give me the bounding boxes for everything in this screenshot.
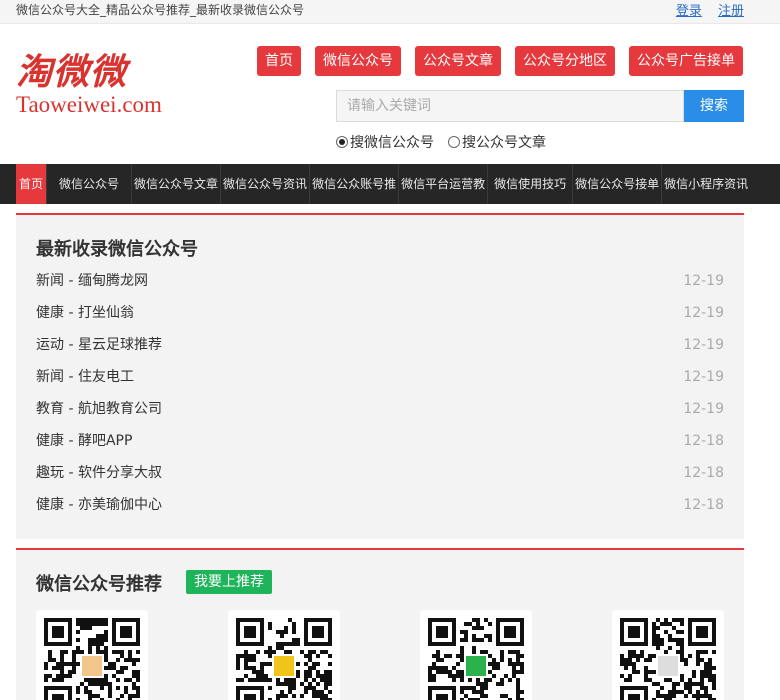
- header-nav-accounts[interactable]: 微信公众号: [315, 46, 401, 76]
- list-item-title: 运动 - 星云足球推荐: [36, 337, 162, 353]
- header-nav-ads[interactable]: 公众号广告接单: [629, 46, 743, 76]
- qr-card[interactable]: [612, 610, 724, 700]
- logo-chinese: 淘微微: [16, 51, 128, 93]
- search-articles-radio[interactable]: 搜公众号文章: [448, 132, 546, 152]
- main-nav-item-recommend[interactable]: 微信公众账号推: [310, 164, 400, 204]
- list-item[interactable]: 健康 - 亦美瑜伽中心 12-18: [36, 493, 724, 525]
- search-button[interactable]: 搜索: [684, 90, 744, 122]
- qr-code-icon: [44, 618, 140, 700]
- list-item-title: 健康 - 亦美瑜伽中心: [36, 497, 162, 513]
- list-item[interactable]: 教育 - 航旭教育公司 12-19: [36, 397, 724, 429]
- main-nav-item-miniapp[interactable]: 微信小程序资讯: [662, 164, 750, 204]
- list-item[interactable]: 新闻 - 缅甸腾龙网 12-19: [36, 269, 724, 301]
- radio-label: 搜公众号文章: [462, 135, 546, 151]
- list-item-date: 12-19: [683, 401, 724, 417]
- qr-card[interactable]: [228, 610, 340, 700]
- register-link[interactable]: 注册: [718, 4, 744, 19]
- radio-checked-icon: [336, 136, 348, 148]
- main-nav: 首页 微信公众号 微信公众号文章 微信公众号资讯 微信公众账号推 微信平台运营教…: [0, 164, 780, 204]
- latest-list: 新闻 - 缅甸腾龙网 12-19 健康 - 打坐仙翁 12-19 运动 - 星云足球…: [36, 269, 724, 525]
- latest-panel: 最新收录微信公众号 新闻 - 缅甸腾龙网 12-19 健康 - 打坐仙翁 12-19…: [16, 213, 744, 539]
- qr-code-icon: [428, 618, 524, 700]
- list-item-title: 新闻 - 住友电工: [36, 369, 134, 385]
- main-nav-item-articles[interactable]: 微信公众号文章: [132, 164, 222, 204]
- qr-grid: [36, 610, 724, 700]
- recommend-panel: 微信公众号推荐 我要上推荐: [16, 548, 744, 700]
- main-nav-item-operation[interactable]: 微信平台运营教: [399, 164, 489, 204]
- search-input[interactable]: [336, 90, 684, 122]
- header-nav-home[interactable]: 首页: [257, 46, 301, 76]
- main-nav-item-news[interactable]: 微信公众号资讯: [221, 164, 311, 204]
- radio-label: 搜微信公众号: [350, 135, 434, 151]
- list-item-date: 12-19: [683, 305, 724, 321]
- list-item-date: 12-18: [683, 497, 724, 513]
- list-item-date: 12-19: [683, 273, 724, 289]
- list-item[interactable]: 健康 - 打坐仙翁 12-19: [36, 301, 724, 333]
- logo-english: Taoweiwei.com: [16, 92, 162, 117]
- list-item-date: 12-18: [683, 433, 724, 449]
- qr-card[interactable]: [420, 610, 532, 700]
- recommend-title: 微信公众号推荐: [36, 574, 162, 595]
- main-nav-item-tips[interactable]: 微信使用技巧: [488, 164, 574, 204]
- list-item[interactable]: 健康 - 酵吧APP 12-18: [36, 429, 724, 461]
- list-item[interactable]: 趣玩 - 软件分享大叔 12-18: [36, 461, 724, 493]
- search-box: 搜索: [336, 90, 744, 122]
- header-nav-articles[interactable]: 公众号文章: [415, 46, 501, 76]
- search-type-options: 搜微信公众号 搜公众号文章: [336, 132, 546, 152]
- latest-title: 最新收录微信公众号: [36, 239, 198, 260]
- top-bar: 微信公众号大全_精品公众号推荐_最新收录微信公众号 登录 注册: [0, 0, 780, 24]
- list-item[interactable]: 新闻 - 住友电工 12-19: [36, 365, 724, 397]
- list-item[interactable]: 运动 - 星云足球推荐 12-19: [36, 333, 724, 365]
- radio-unchecked-icon: [448, 136, 460, 148]
- qr-code-icon: [620, 618, 716, 700]
- main-nav-item-orders[interactable]: 微信公众号接单: [573, 164, 663, 204]
- list-item-date: 12-18: [683, 465, 724, 481]
- list-item-title: 教育 - 航旭教育公司: [36, 401, 162, 417]
- site-tagline: 微信公众号大全_精品公众号推荐_最新收录微信公众号: [16, 3, 305, 17]
- header-nav-regions[interactable]: 公众号分地区: [515, 46, 615, 76]
- list-item-title: 健康 - 酵吧APP: [36, 433, 133, 449]
- list-item-title: 新闻 - 缅甸腾龙网: [36, 273, 148, 289]
- header-nav: 首页 微信公众号 公众号文章 公众号分地区 公众号广告接单: [257, 46, 743, 76]
- qr-card[interactable]: [36, 610, 148, 700]
- login-link[interactable]: 登录: [676, 4, 702, 19]
- search-accounts-radio[interactable]: 搜微信公众号: [336, 132, 434, 152]
- account-links: 登录 注册: [664, 0, 744, 19]
- list-item-title: 健康 - 打坐仙翁: [36, 305, 134, 321]
- qr-code-icon: [236, 618, 332, 700]
- site-logo[interactable]: 淘微微 Taoweiwei.com: [16, 52, 176, 124]
- apply-recommend-button[interactable]: 我要上推荐: [186, 570, 272, 594]
- list-item-title: 趣玩 - 软件分享大叔: [36, 465, 162, 481]
- main-nav-item-home[interactable]: 首页: [16, 164, 48, 204]
- main-nav-item-accounts[interactable]: 微信公众号: [47, 164, 133, 204]
- list-item-date: 12-19: [683, 369, 724, 385]
- list-item-date: 12-19: [683, 337, 724, 353]
